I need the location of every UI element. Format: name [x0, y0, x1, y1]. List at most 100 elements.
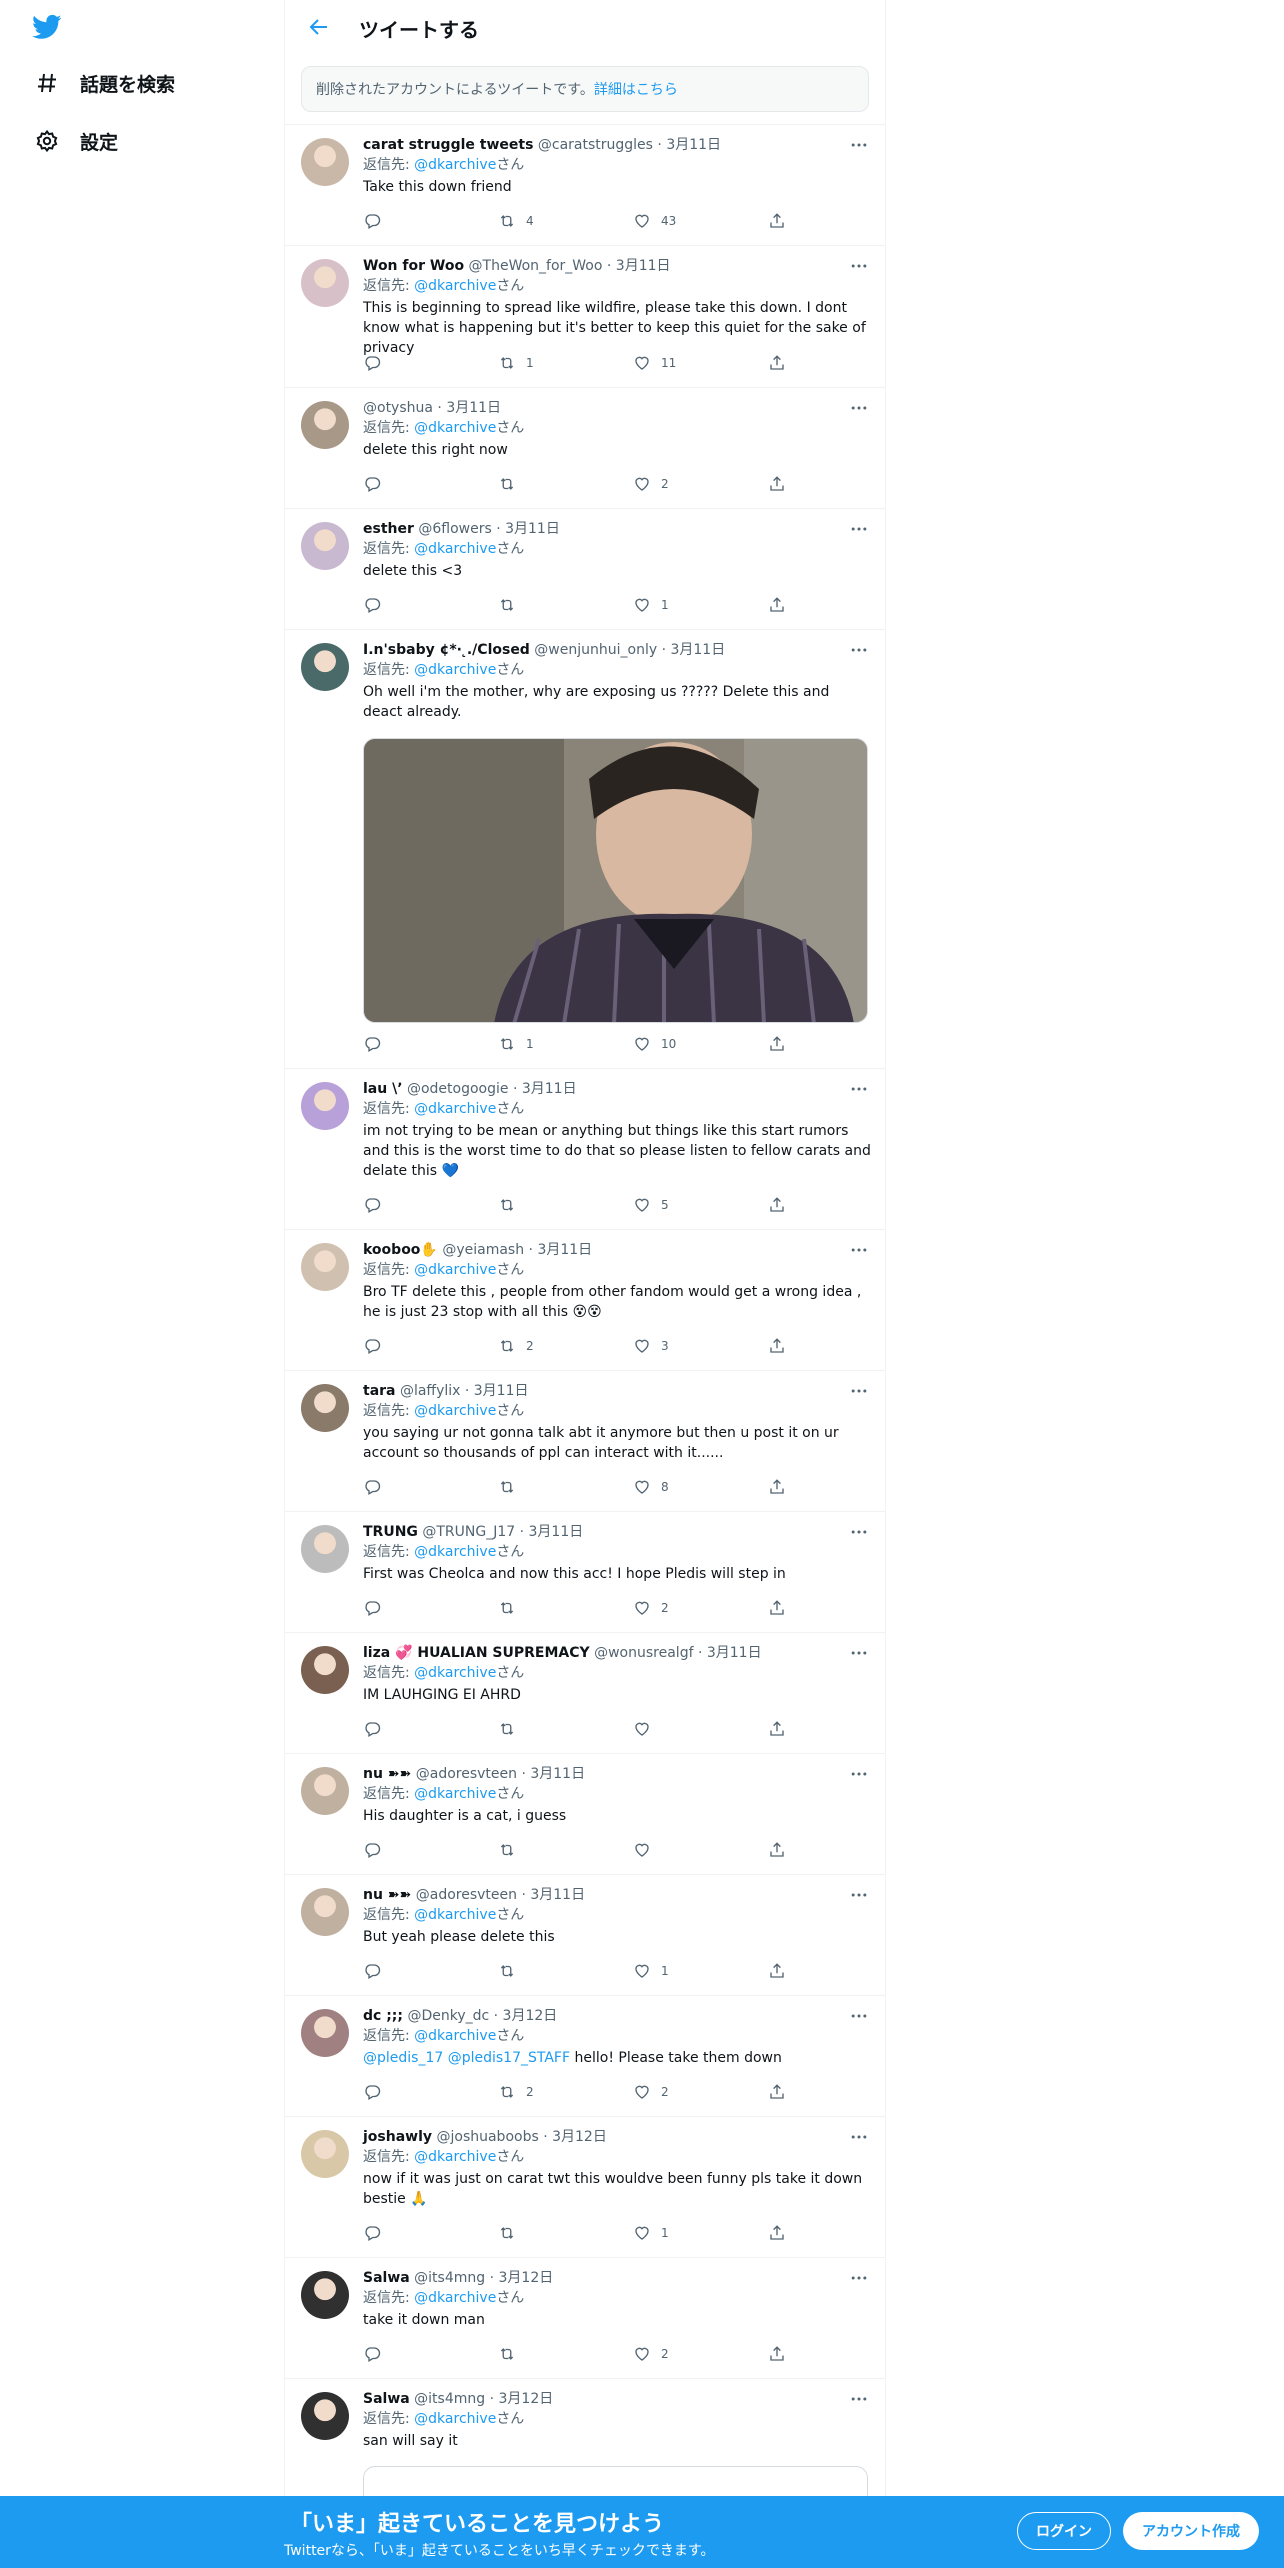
user-name[interactable]: Salwa: [363, 2270, 410, 2286]
signup-button[interactable]: アカウント作成: [1123, 2512, 1259, 2550]
like-button[interactable]: 1: [633, 1962, 669, 1980]
like-button[interactable]: [633, 1720, 661, 1738]
user-handle[interactable]: @TRUNG_J17: [422, 1524, 515, 1540]
retweet-button[interactable]: [498, 596, 526, 614]
avatar[interactable]: [301, 1082, 349, 1130]
like-button[interactable]: 2: [633, 2345, 669, 2363]
reply-button[interactable]: [363, 2345, 391, 2363]
user-handle[interactable]: @its4mng: [414, 2270, 485, 2286]
retweet-button[interactable]: [498, 1196, 526, 1214]
avatar[interactable]: [301, 1646, 349, 1694]
more-icon[interactable]: [849, 398, 869, 418]
share-button[interactable]: [768, 596, 796, 614]
tweet[interactable]: Won for Woo @TheWon_for_Woo · 3月11日 返信先:…: [285, 245, 885, 387]
share-button[interactable]: [768, 1720, 796, 1738]
share-button[interactable]: [768, 1599, 796, 1617]
tweet-date[interactable]: · 3月12日: [490, 2270, 554, 2286]
more-icon[interactable]: [849, 640, 869, 660]
tweet-date[interactable]: · 3月12日: [543, 2129, 607, 2145]
tweet-date[interactable]: · 3月11日: [657, 137, 721, 153]
like-button[interactable]: 1: [633, 2224, 669, 2242]
reply-to-mention[interactable]: @dkarchive: [414, 662, 496, 678]
like-button[interactable]: 2: [633, 475, 669, 493]
tweet[interactable]: nu ➽➽ @adoresvteen · 3月11日 返信先: @dkarchi…: [285, 1753, 885, 1874]
reply-to-mention[interactable]: @dkarchive: [414, 157, 496, 173]
twitter-logo-icon[interactable]: [30, 12, 64, 42]
share-button[interactable]: [768, 1841, 796, 1859]
nav-settings[interactable]: 設定: [34, 121, 118, 161]
retweet-button[interactable]: 4: [498, 212, 534, 230]
user-handle[interactable]: @wenjunhui_only: [534, 642, 657, 658]
tweet-date[interactable]: · 3月11日: [698, 1645, 762, 1661]
user-name[interactable]: joshawly: [363, 2129, 432, 2145]
user-name[interactable]: carat struggle tweets: [363, 137, 533, 153]
tweet[interactable]: @otyshua · 3月11日 返信先: @dkarchiveさん delet…: [285, 387, 885, 508]
tweet[interactable]: I.n'sbaby ¢*· ̨./Closed @wenjunhui_only …: [285, 629, 885, 1068]
share-button[interactable]: [768, 475, 796, 493]
user-handle[interactable]: @Denky_dc: [407, 2008, 489, 2024]
more-icon[interactable]: [849, 1522, 869, 1542]
avatar[interactable]: [301, 138, 349, 186]
user-name[interactable]: TRUNG: [363, 1524, 418, 1540]
reply-to-mention[interactable]: @dkarchive: [414, 2028, 496, 2044]
more-icon[interactable]: [849, 2127, 869, 2147]
user-handle[interactable]: @TheWon_for_Woo: [469, 258, 603, 274]
reply-button[interactable]: [363, 1196, 391, 1214]
retweet-button[interactable]: [498, 1478, 526, 1496]
share-button[interactable]: [768, 1196, 796, 1214]
reply-button[interactable]: [363, 212, 391, 230]
more-icon[interactable]: [849, 135, 869, 155]
user-handle[interactable]: @laffylix: [400, 1383, 460, 1399]
reply-to-mention[interactable]: @dkarchive: [414, 1544, 496, 1560]
tweet-date[interactable]: · 3月11日: [662, 642, 726, 658]
more-icon[interactable]: [849, 1643, 869, 1663]
tweet[interactable]: carat struggle tweets @caratstruggles · …: [285, 124, 885, 245]
reply-to-mention[interactable]: @dkarchive: [414, 1403, 496, 1419]
more-icon[interactable]: [849, 1381, 869, 1401]
user-handle[interactable]: @yeiamash: [442, 1242, 524, 1258]
tweet-date[interactable]: · 3月11日: [496, 521, 560, 537]
tweet-date[interactable]: · 3月11日: [521, 1887, 585, 1903]
retweet-button[interactable]: [498, 2345, 526, 2363]
tweet-date[interactable]: · 3月11日: [529, 1242, 593, 1258]
like-button[interactable]: 10: [633, 1035, 676, 1053]
user-name[interactable]: nu ➽➽: [363, 1887, 411, 1903]
reply-to-mention[interactable]: @dkarchive: [414, 1907, 496, 1923]
retweet-button[interactable]: [498, 1599, 526, 1617]
user-handle[interactable]: @adoresvteen: [416, 1887, 517, 1903]
retweet-button[interactable]: [498, 1841, 526, 1859]
user-handle[interactable]: @joshuaboobs: [436, 2129, 538, 2145]
user-name[interactable]: Salwa: [363, 2391, 410, 2407]
reply-button[interactable]: [363, 2083, 391, 2101]
user-handle[interactable]: @wonusrealgf: [594, 1645, 693, 1661]
tweet-date[interactable]: · 3月12日: [490, 2391, 554, 2407]
like-button[interactable]: [633, 1841, 661, 1859]
tweet-date[interactable]: · 3月11日: [513, 1081, 577, 1097]
user-handle[interactable]: @odetogoogie: [407, 1081, 509, 1097]
reply-to-mention[interactable]: @dkarchive: [414, 1665, 496, 1681]
user-name[interactable]: I.n'sbaby ¢*· ̨./Closed: [363, 642, 530, 658]
like-button[interactable]: 8: [633, 1478, 669, 1496]
user-name[interactable]: kooboo✋: [363, 1242, 438, 1258]
tweet-date[interactable]: · 3月11日: [607, 258, 671, 274]
reply-button[interactable]: [363, 1841, 391, 1859]
tweet-media-image[interactable]: [363, 738, 868, 1023]
more-icon[interactable]: [849, 2268, 869, 2288]
user-handle[interactable]: @caratstruggles: [538, 137, 653, 153]
reply-button[interactable]: [363, 1599, 391, 1617]
user-name[interactable]: liza 💞 HUALIAN SUPREMACY: [363, 1645, 590, 1661]
more-icon[interactable]: [849, 1079, 869, 1099]
avatar[interactable]: [301, 2392, 349, 2440]
share-button[interactable]: [768, 2083, 796, 2101]
more-icon[interactable]: [849, 1240, 869, 1260]
reply-button[interactable]: [363, 1337, 391, 1355]
user-name[interactable]: esther: [363, 521, 414, 537]
user-handle[interactable]: @6flowers: [418, 521, 491, 537]
avatar[interactable]: [301, 1243, 349, 1291]
avatar[interactable]: [301, 1767, 349, 1815]
avatar[interactable]: [301, 401, 349, 449]
retweet-button[interactable]: [498, 2224, 526, 2242]
avatar[interactable]: [301, 643, 349, 691]
tweet[interactable]: dc ;;; @Denky_dc · 3月12日 返信先: @dkarchive…: [285, 1995, 885, 2116]
retweet-button[interactable]: [498, 1720, 526, 1738]
